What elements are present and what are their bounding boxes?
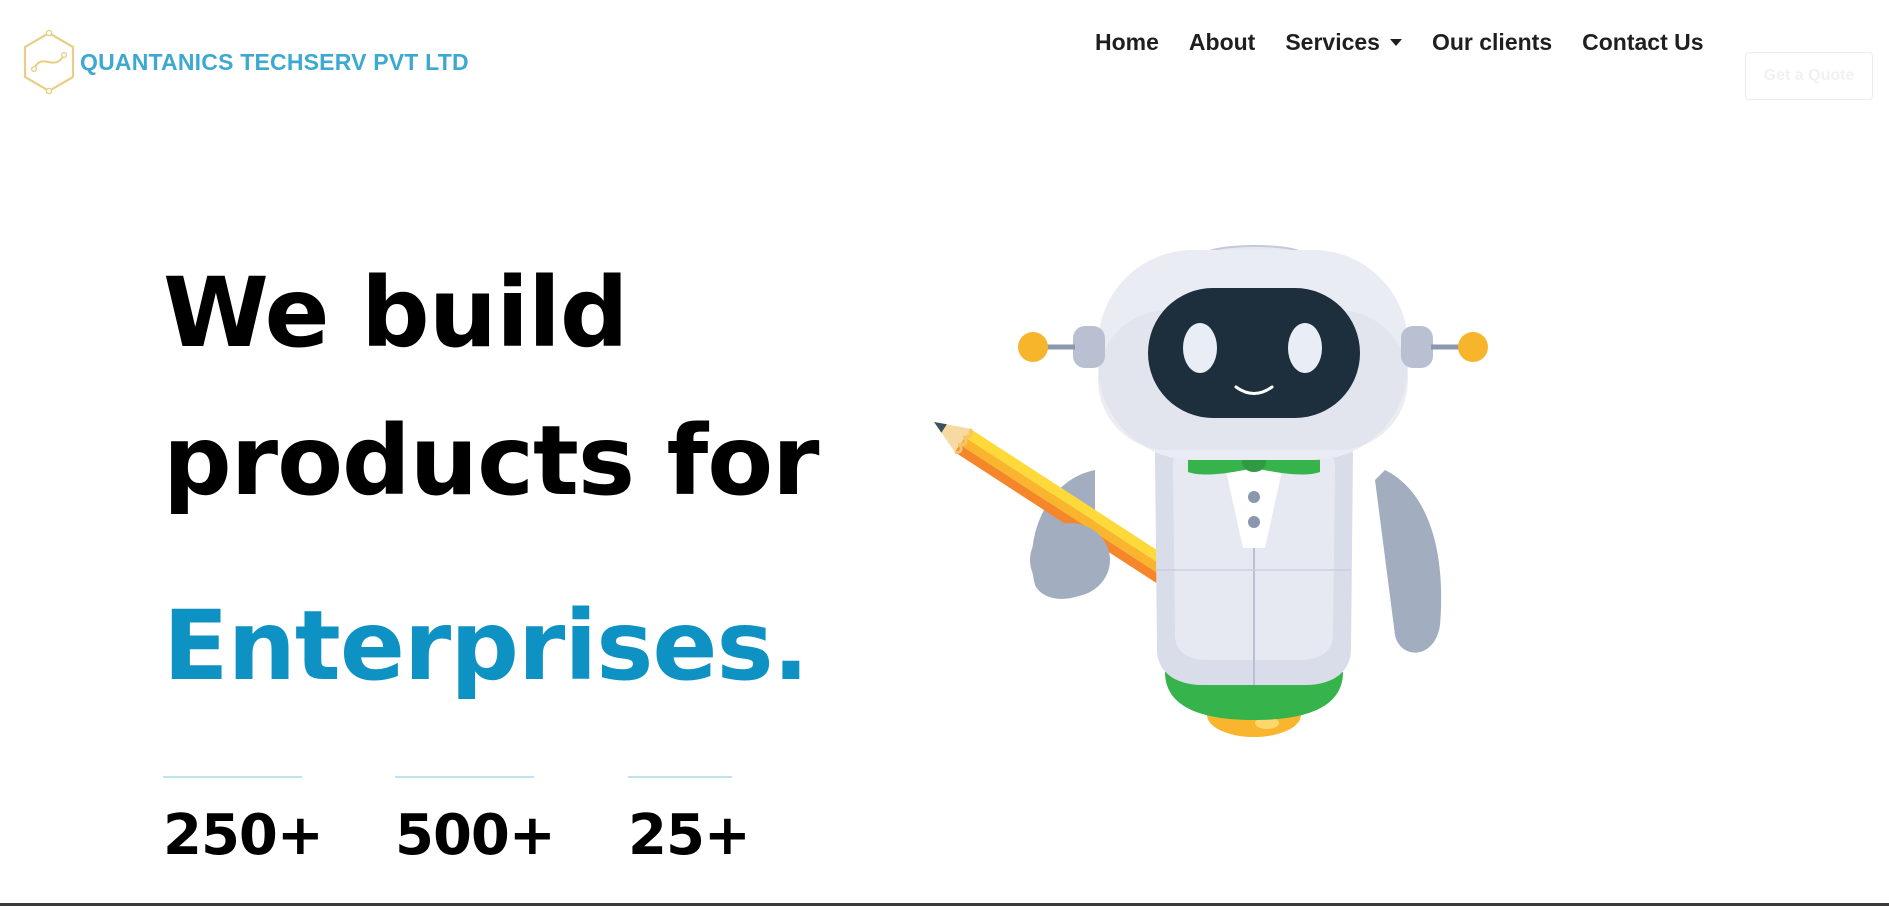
stat-value: 250+ (163, 803, 324, 868)
robot-illustration (934, 245, 1488, 737)
stat-item: 25+ (628, 776, 751, 868)
brand[interactable]: QUANTANICS TECHSERV PVT LTD (20, 28, 469, 96)
nav-home[interactable]: Home (1095, 29, 1159, 56)
stat-item: 250+ (163, 776, 324, 868)
get-a-quote-button[interactable]: Get a Quote (1745, 52, 1873, 100)
stat-value: 500+ (395, 803, 556, 868)
stat-value: 25+ (628, 803, 751, 868)
page: QUANTANICS TECHSERV PVT LTD Home About S… (0, 0, 1889, 906)
stat-divider (628, 776, 732, 778)
stat-divider (163, 776, 302, 778)
caret-down-icon (1389, 39, 1402, 46)
hero-heading-line-1: We build (163, 257, 629, 369)
nav-about[interactable]: About (1189, 29, 1255, 56)
hero-heading-highlight: Enterprises. (163, 590, 809, 702)
nav-services[interactable]: Services (1285, 29, 1402, 56)
hexagon-logo-icon (23, 29, 75, 95)
stat-item: 500+ (395, 776, 556, 868)
nav-contact-us[interactable]: Contact Us (1582, 29, 1703, 56)
brand-name: QUANTANICS TECHSERV PVT LTD (80, 48, 469, 75)
main-nav: Home About Services Our clients Contact … (1095, 29, 1704, 56)
stat-divider (395, 776, 534, 778)
nav-services-label: Services (1285, 29, 1380, 55)
hero-heading-line-2: products for (163, 405, 819, 517)
nav-our-clients[interactable]: Our clients (1432, 29, 1552, 56)
